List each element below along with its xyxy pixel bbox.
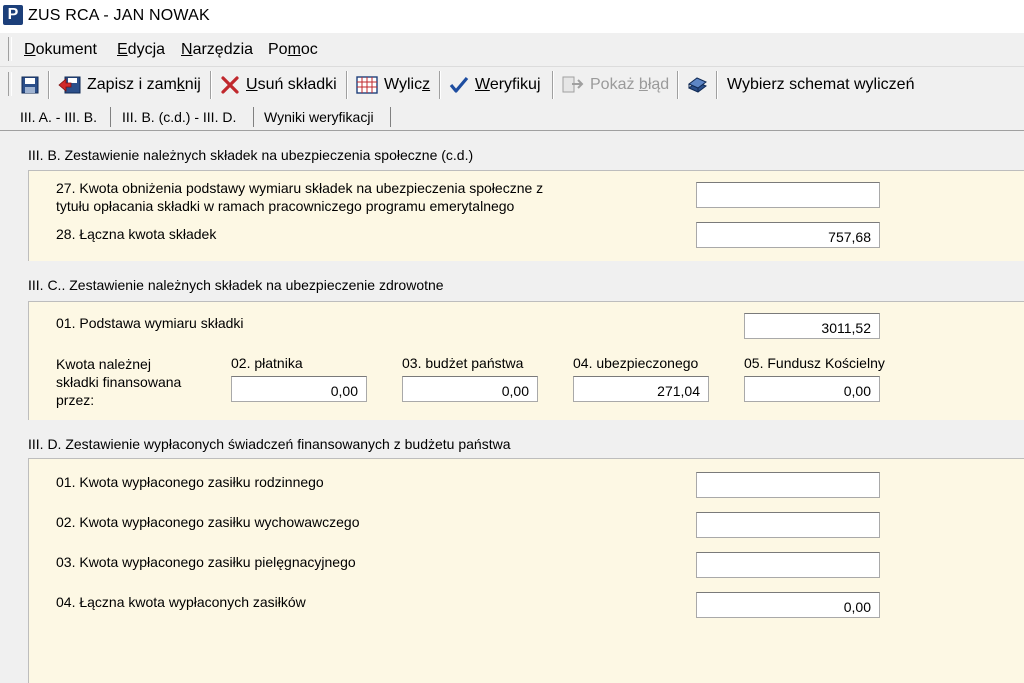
error-page-icon [562, 76, 584, 93]
field-c02-label: 02. płatnika [231, 355, 303, 371]
field-d04-input[interactable]: 0,00 [696, 592, 880, 618]
tab-separator [390, 107, 391, 127]
field-27-label-line2: tytułu opłacania składki w ramach pracow… [56, 198, 515, 214]
section-b-title: III. B. Zestawienie należnych składek na… [28, 147, 474, 163]
form-content: III. B. Zestawienie należnych składek na… [0, 131, 1024, 683]
checkmark-icon [449, 76, 469, 93]
window-title: ZUS RCA - JAN NOWAK [28, 7, 210, 24]
save-close-icon [58, 76, 81, 94]
calculator-icon [356, 76, 378, 94]
field-d02-input[interactable] [696, 512, 880, 538]
toolbar-grip[interactable] [8, 72, 12, 96]
section-d-panel: 01. Kwota wypłaconego zasiłku rodzinnego… [28, 458, 1024, 683]
toolbar-separator [439, 71, 441, 99]
field-27-label-line1: 27. Kwota obniżenia podstawy wymiaru skł… [56, 180, 544, 196]
menu-bar: Dokument Edycja Narzędzia Pomoc [0, 33, 1024, 66]
delete-contributions-button[interactable]: Usuń składki [220, 71, 337, 99]
menu-pomoc[interactable]: Pomoc [268, 41, 318, 59]
tab-separator [110, 107, 111, 127]
field-d01-label: 01. Kwota wypłaconego zasiłku rodzinnego [56, 474, 324, 490]
field-c04-input[interactable]: 271,04 [573, 376, 709, 402]
toolbar-separator [716, 71, 718, 99]
tab-iii-b-cd-iii-d[interactable]: III. B. (c.d.) - III. D. [114, 105, 245, 129]
field-c03-input[interactable]: 0,00 [402, 376, 538, 402]
toolbar-separator [677, 71, 679, 99]
field-c02-input[interactable]: 0,00 [231, 376, 367, 402]
title-bar: P ZUS RCA - JAN NOWAK [0, 0, 1024, 33]
menu-dokument[interactable]: Dokument [24, 41, 97, 59]
field-28-label: 28. Łączna kwota składek [56, 226, 217, 242]
calculate-button[interactable]: Wylicz [356, 71, 430, 99]
save-button[interactable] [20, 71, 40, 99]
tab-iii-a-iii-b[interactable]: III. A. - III. B. [12, 105, 105, 129]
field-d03-input[interactable] [696, 552, 880, 578]
field-27-input[interactable] [696, 182, 880, 208]
book-icon [688, 77, 707, 93]
field-d04-label: 04. Łączna kwota wypłaconych zasiłków [56, 594, 306, 610]
tab-verification-results[interactable]: Wyniki weryfikacji [256, 105, 382, 129]
field-d03-label: 03. Kwota wypłaconego zasiłku pielęgnacy… [56, 554, 356, 570]
field-c05-label: 05. Fundusz Kościelny [744, 355, 885, 371]
field-c05-input[interactable]: 0,00 [744, 376, 880, 402]
section-b-panel: 27. Kwota obniżenia podstawy wymiaru skł… [28, 170, 1024, 261]
field-c04-label: 04. ubezpieczonego [573, 355, 699, 371]
tab-bar: III. A. - III. B. III. B. (c.d.) - III. … [0, 102, 1024, 131]
toolbar-separator [48, 71, 50, 99]
section-d-title: III. D. Zestawienie wypłaconych świadcze… [28, 436, 511, 452]
menu-edycja[interactable]: Edycja [117, 41, 165, 59]
section-c-panel: 01. Podstawa wymiaru składki 3011,52 Kwo… [28, 301, 1024, 420]
toolbar-separator [346, 71, 348, 99]
field-c01-label: 01. Podstawa wymiaru składki [56, 315, 244, 331]
field-28-input[interactable]: 757,68 [696, 222, 880, 248]
toolbar-separator [552, 71, 554, 99]
tab-separator [253, 107, 254, 127]
help-book-button[interactable] [686, 71, 708, 99]
section-c-title: III. C.. Zestawienie należnych składek n… [28, 277, 444, 293]
menu-narzedzia[interactable]: Narzędzia [181, 41, 253, 59]
show-error-button[interactable]: Pokaż błąd [562, 71, 669, 99]
financed-by-label-line3: przez: [56, 392, 95, 408]
app-logo-icon: P [3, 5, 23, 25]
financed-by-label-line1: Kwota należnej [56, 356, 151, 372]
save-and-close-button[interactable]: Zapisz i zamknij [58, 71, 201, 99]
menubar-grip[interactable] [8, 37, 12, 61]
field-c01-input[interactable]: 3011,52 [744, 313, 880, 339]
field-d01-input[interactable] [696, 472, 880, 498]
choose-calculation-scheme-button[interactable]: Wybierz schemat wyliczeń [727, 71, 914, 99]
toolbar-separator [210, 71, 212, 99]
delete-x-icon [221, 76, 239, 94]
toolbar: Zapisz i zamknij Usuń składki Wylicz Wer… [0, 66, 1024, 103]
financed-by-label-line2: składki finansowana [56, 374, 182, 390]
field-c03-label: 03. budżet państwa [402, 355, 524, 371]
field-d02-label: 02. Kwota wypłaconego zasiłku wychowawcz… [56, 514, 360, 530]
save-icon [21, 76, 39, 94]
verify-button[interactable]: Weryfikuj [449, 71, 541, 99]
